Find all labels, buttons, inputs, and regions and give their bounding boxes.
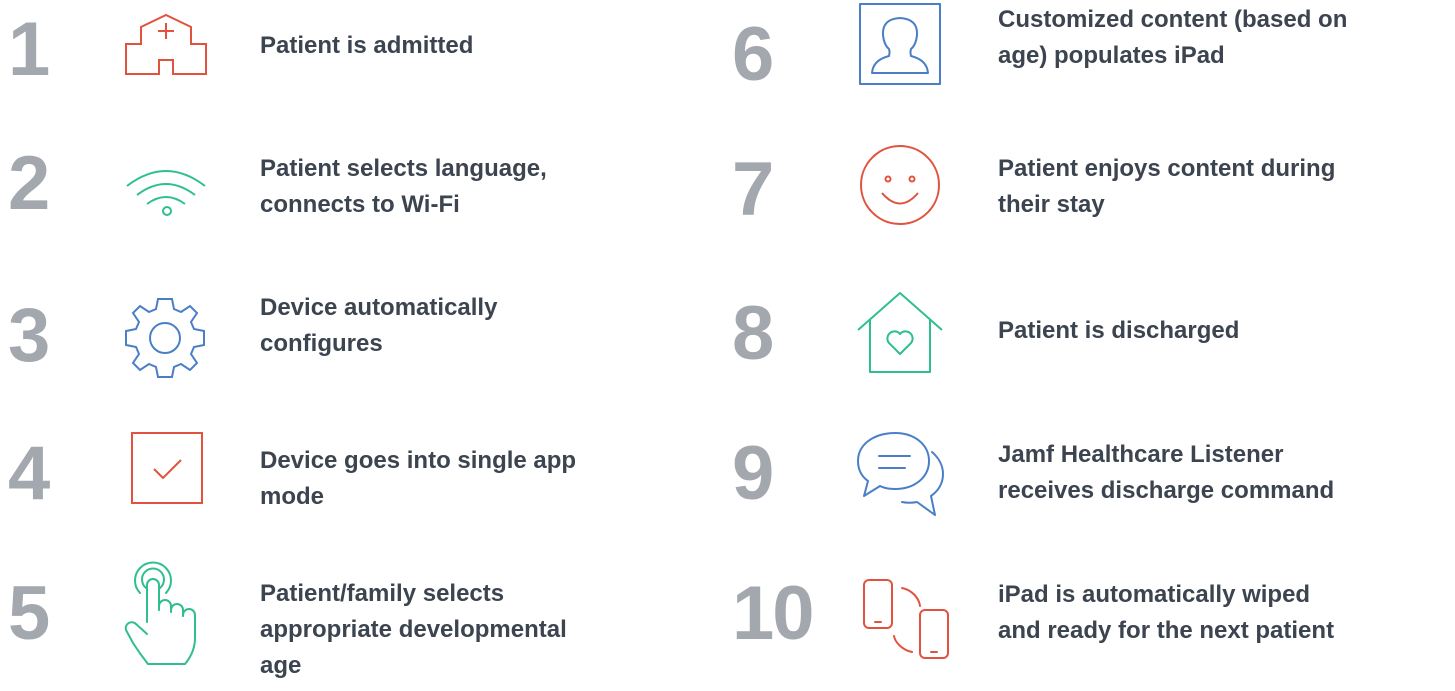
step-text-line: receives discharge command [998, 477, 1335, 504]
step-text-line: Patient is discharged [998, 317, 1240, 344]
step-text-line: Device goes into single app [260, 447, 577, 474]
gear-icon [123, 296, 207, 380]
hand-pointer-icon [123, 561, 207, 668]
step-number: 6 [732, 12, 774, 97]
step-text-line: iPad is automatically wiped [998, 581, 1311, 608]
device-transfer-icon [862, 578, 952, 660]
step-number: 7 [732, 147, 774, 232]
step-text: Patient enjoys content during their stay [998, 151, 1335, 223]
step-number: 10 [732, 571, 815, 656]
step-text: Device automatically configures [260, 290, 497, 362]
step-text: iPad is automatically wiped and ready fo… [998, 577, 1334, 649]
step-text: Customized content (based on age) popula… [998, 2, 1347, 74]
step-text-line: appropriate developmental [260, 616, 567, 643]
chat-bubbles-icon [855, 430, 945, 518]
step-text: Patient/family selects appropriate devel… [260, 576, 567, 684]
user-profile-icon [859, 3, 941, 85]
step-text: Patient is discharged [998, 313, 1239, 349]
step-text: Patient selects language, connects to Wi… [260, 151, 547, 223]
step-text-line: Patient is admitted [260, 32, 474, 59]
step-number: 1 [8, 7, 50, 92]
step-number: 2 [8, 141, 50, 226]
step-number: 5 [8, 571, 50, 656]
step-text-line: configures [260, 330, 383, 357]
step-text-line: Device automatically [260, 294, 498, 321]
step-text: Device goes into single app mode [260, 443, 576, 515]
step-text-line: age) populates iPad [998, 42, 1225, 69]
step-text-line: Patient enjoys content during [998, 155, 1336, 182]
step-number: 3 [8, 293, 50, 378]
smiley-face-icon [859, 144, 941, 226]
step-text-line: connects to Wi-Fi [260, 191, 460, 218]
step-text-line: and ready for the next patient [998, 617, 1335, 644]
home-heart-icon [856, 292, 944, 374]
step-text: Jamf Healthcare Listener receives discha… [998, 437, 1334, 509]
step-number: 4 [8, 431, 50, 516]
step-text: Patient is admitted [260, 28, 473, 64]
step-number: 9 [732, 431, 774, 516]
step-text-line: mode [260, 483, 325, 510]
step-text-line: age [260, 652, 302, 679]
step-text-line: Customized content (based on [998, 6, 1348, 33]
step-text-line: their stay [998, 191, 1105, 218]
hospital-icon [125, 13, 207, 76]
wifi-icon [126, 164, 206, 216]
step-text-line: Patient/family selects [260, 580, 505, 607]
step-text-line: Jamf Healthcare Listener [998, 441, 1284, 468]
checkbox-icon [131, 432, 203, 504]
step-number: 8 [732, 291, 774, 376]
step-text-line: Patient selects language, [260, 155, 547, 182]
